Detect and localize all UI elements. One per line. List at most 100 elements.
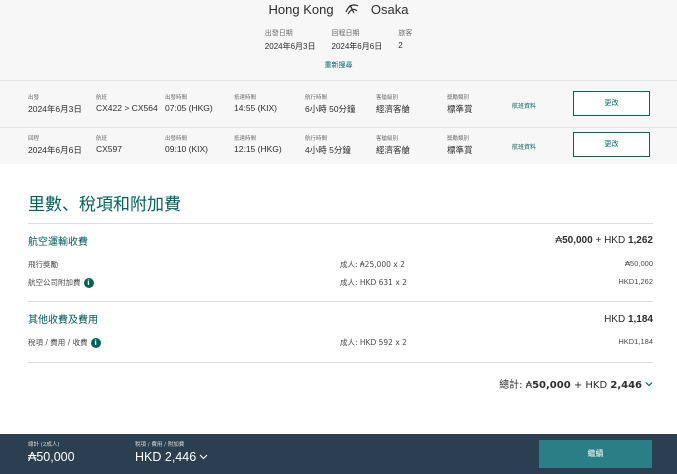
cell-label: 回程 (28, 136, 40, 142)
fee-item-amount: HKD1,262 (618, 277, 653, 286)
cell-label: 出發時間 (165, 95, 188, 101)
meta-label: 旅客 (398, 30, 413, 37)
grand-total-hkd: 2,446 (610, 380, 642, 391)
fee-item-amount: HKD1,184 (618, 337, 653, 346)
meta-value: 2024年6月3日 (264, 42, 316, 51)
cell-label: 航行時間 (305, 95, 328, 101)
flight-cabin: 客艙級別 經濟客艙 (376, 93, 410, 115)
origin-city: Hong Kong (268, 2, 334, 17)
trip-meta: 出發日期 2024年6月3日 回程日期 2024年6月6日 旅客 2 (0, 28, 677, 52)
flight-number: 航班 CX422 > CX564 (96, 93, 158, 113)
flight-cabin: 客艙級別 經濟客艙 (376, 134, 410, 156)
cell-value: 標準賞 (447, 104, 473, 114)
meta-departure-date: 出發日期 2024年6月3日 (265, 28, 316, 52)
fee-item-label: 稅項 / 費用 / 收費 i (28, 337, 101, 348)
flight-direction: 出發 2024年6月3日 (28, 93, 82, 115)
divider (28, 301, 653, 302)
route-title: Hong Kong Osaka (0, 2, 677, 17)
cell-value: 2024年6月6日 (28, 145, 82, 155)
change-flight-button[interactable]: 更改 (573, 91, 650, 116)
flight-award-type: 獎勵類別 標準賞 (447, 134, 473, 156)
cell-value: CX422 > CX564 (96, 103, 158, 113)
flight-list: 出發 2024年6月3日 航班 CX422 > CX564 出發時間 07:05 (H… (0, 80, 677, 164)
tax-value-text: HKD 2,446 (135, 450, 197, 464)
meta-value: 2 (398, 41, 403, 50)
cell-label: 獎勵類別 (447, 136, 470, 142)
total-hkd: 1,184 (627, 314, 653, 325)
flight-number: 航班 CX597 (96, 134, 122, 154)
divider (28, 362, 653, 363)
cell-value: 經濟客艙 (376, 104, 411, 114)
other-charges-total: HKD 1,184 (604, 314, 653, 325)
total-hkd: 1,262 (627, 235, 653, 246)
cell-value: 6小時 50分鐘 (305, 104, 356, 114)
research-link[interactable]: 重新搜尋 (0, 60, 677, 70)
cell-label: 航行時間 (305, 136, 328, 142)
grand-total-miles: 50,000 (532, 380, 571, 391)
flight-info-link[interactable]: 航班資料 (512, 142, 536, 151)
cell-label: 航班 (96, 136, 108, 142)
cell-label: 出發 (28, 95, 40, 101)
chevron-down-icon[interactable] (645, 380, 653, 388)
fee-item-amount: ₳50,000 (625, 259, 653, 268)
fee-item-qty: 成人: HKD 631 x 2 (340, 278, 407, 287)
meta-passengers: 旅客 2 (398, 28, 412, 52)
checkout-bar: 總計 (2成人) ₳50,000 稅項 / 費用 / 附加費 HKD 2,446… (0, 434, 677, 474)
item-label: 航空公司附加費 (28, 278, 81, 287)
grand-total-label: 總計: (499, 380, 523, 391)
item-label: 稅項 / 費用 / 收費 (28, 338, 88, 347)
flight-arrival: 抵達時間 14:55 (KIX) (234, 93, 277, 113)
other-charges-title: 其他收費及費用 (28, 315, 98, 326)
meta-return-date: 回程日期 2024年6月6日 (332, 28, 383, 52)
chevron-down-icon[interactable] (199, 452, 208, 461)
flight-arrival: 抵達時間 12:15 (HKG) (234, 134, 282, 154)
cell-value: 09:10 (KIX) (165, 144, 208, 154)
total-prefix: HKD (604, 314, 628, 325)
cell-label: 客艙級別 (376, 95, 399, 101)
flight-duration: 航行時間 4小時 5分鐘 (305, 134, 351, 156)
air-charges-title: 航空運輸收費 (28, 237, 88, 248)
cell-value: 14:55 (KIX) (234, 103, 277, 113)
cell-label: 客艙級別 (376, 136, 399, 142)
cell-value: 12:15 (HKG) (234, 144, 282, 154)
fee-item-label: 飛行獎勵 (28, 259, 58, 270)
fee-item-qty: 成人: ₳25,000 x 2 (340, 260, 405, 269)
grand-total-plus: + HKD (570, 380, 611, 391)
item-label: 飛行獎勵 (28, 260, 58, 269)
meta-value: 2024年6月6日 (331, 42, 383, 51)
cell-value: 經濟客艙 (376, 145, 411, 155)
cell-label: 航班 (96, 95, 108, 101)
total-miles: 50,000 (562, 235, 593, 246)
cell-value: 標準賞 (447, 145, 473, 155)
flight-award-type: 獎勵類別 標準賞 (447, 93, 473, 115)
info-icon[interactable]: i (90, 337, 101, 348)
bar-tax-label: 稅項 / 費用 / 附加費 (135, 442, 185, 448)
flight-row-return: 回程 2024年6月6日 航班 CX597 出發時間 09:10 (KIX) 抵達時間… (0, 127, 677, 167)
continue-button[interactable]: 繼續 (539, 440, 652, 468)
fee-item-qty: 成人: HKD 592 x 2 (340, 338, 407, 347)
flight-info-link[interactable]: 航班資料 (512, 101, 536, 110)
grand-total[interactable]: 總計: ₳50,000 + HKD 2,446 (499, 376, 653, 391)
cell-label: 出發時間 (165, 136, 188, 142)
cell-value: 2024年6月3日 (28, 104, 82, 114)
cell-value: 07:05 (HKG) (165, 103, 213, 113)
total-plus: + HKD (592, 235, 628, 246)
cell-value: CX597 (96, 144, 122, 154)
bar-tax-value[interactable]: HKD 2,446 (135, 450, 208, 464)
air-charges-total: ₳50,000 + HKD 1,262 (555, 235, 653, 246)
bar-total-value: ₳50,000 (28, 450, 75, 464)
flight-direction: 回程 2024年6月6日 (28, 134, 82, 156)
flight-row-outbound: 出發 2024年6月3日 航班 CX422 > CX564 出發時間 07:05 (H… (0, 87, 677, 127)
flight-duration: 航行時間 6小時 50分鐘 (305, 93, 356, 115)
destination-city: Osaka (370, 2, 409, 17)
meta-label: 回程日期 (331, 30, 360, 37)
flight-departure: 出發時間 09:10 (KIX) (165, 134, 208, 154)
cell-label: 抵達時間 (234, 136, 257, 142)
meta-label: 出發日期 (264, 30, 293, 37)
change-flight-button[interactable]: 更改 (573, 132, 650, 157)
flight-departure: 出發時間 07:05 (HKG) (165, 93, 213, 113)
cell-label: 抵達時間 (234, 95, 257, 101)
airline-logo-icon (345, 4, 359, 15)
page-title: 里數、稅項和附加費 (28, 195, 181, 215)
info-icon[interactable]: i (83, 277, 94, 288)
